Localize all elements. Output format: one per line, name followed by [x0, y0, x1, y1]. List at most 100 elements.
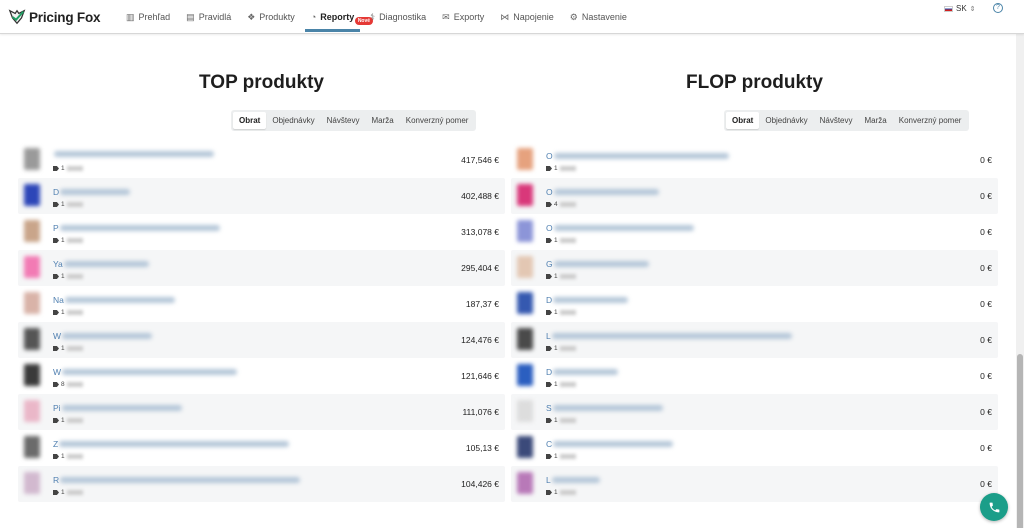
product-name-link[interactable]: O [546, 187, 659, 197]
nav-item-5[interactable]: ✉ Exporty [434, 0, 492, 34]
product-name-link[interactable]: W [53, 331, 153, 341]
product-value: 0 € [980, 407, 992, 417]
table-row[interactable]: D 1 402,488 € [18, 178, 505, 214]
tab-3[interactable]: Marža [366, 112, 400, 129]
table-row[interactable]: L1 0 € [511, 322, 998, 358]
product-thumbnail [517, 220, 533, 242]
flop-products-title: FLOP produkty [686, 72, 823, 93]
help-icon[interactable]: ? [993, 3, 1003, 13]
table-row[interactable]: O1 0 € [511, 214, 998, 250]
product-thumbnail [517, 472, 533, 494]
product-value: 121,646 € [461, 371, 499, 381]
product-name-start: C [546, 439, 553, 449]
blurred-product-name [62, 369, 238, 375]
product-count: 1 [61, 489, 65, 496]
product-name-start: Na [53, 295, 64, 305]
table-row[interactable]: Na 1 187,37 € [18, 286, 505, 322]
tab-0[interactable]: Obrat [726, 112, 760, 129]
product-name-link[interactable]: L [546, 475, 600, 485]
product-name-link[interactable]: Na [53, 295, 175, 305]
product-name-link[interactable]: P [53, 223, 220, 233]
stethoscope-icon: ⚕ [370, 11, 376, 22]
table-row[interactable]: G1 0 € [511, 250, 998, 286]
tab-2[interactable]: Návštevy [814, 112, 859, 129]
tag-icon [546, 346, 552, 351]
scrollbar-thumb[interactable] [1017, 354, 1023, 528]
product-name-start: W [53, 331, 62, 341]
blurred-product-name [59, 441, 290, 447]
product-name-link[interactable]: W [53, 367, 238, 377]
tab-4[interactable]: Konverzný pomer [893, 112, 968, 129]
tag-icon [546, 418, 552, 423]
product-name-link[interactable]: Ya [53, 259, 149, 269]
table-row[interactable]: O1 0 € [511, 142, 998, 178]
table-row[interactable]: Ya 1 295,404 € [18, 250, 505, 286]
product-name-link[interactable]: Pi [53, 403, 182, 413]
product-name-link[interactable]: L [546, 331, 792, 341]
nav-item-6[interactable]: ⋈ Napojenie [492, 0, 562, 34]
blurred-meta [559, 166, 576, 171]
flop-products-panel: FLOP produkty Obrat Objednávky Návštevy Mar… [511, 34, 998, 528]
product-name-link[interactable]: C [546, 439, 674, 449]
product-name-link[interactable]: D [53, 187, 131, 197]
table-row[interactable]: R 1 104,426 € [18, 466, 505, 502]
nav-item-0[interactable]: ▥ Prehľad [118, 0, 178, 34]
language-selector[interactable]: SK ⇕ [944, 4, 976, 13]
table-row[interactable]: O4 0 € [511, 178, 998, 214]
phone-icon [989, 502, 999, 512]
tab-0[interactable]: Obrat [233, 112, 267, 129]
table-row[interactable]: L1 0 € [511, 466, 998, 502]
table-row[interactable]: P 1 313,078 € [18, 214, 505, 250]
product-name-link[interactable]: S [546, 403, 663, 413]
product-value: 0 € [980, 263, 992, 273]
product-name-link[interactable]: O [546, 151, 729, 161]
tag-icon [546, 166, 552, 171]
nav-item-1[interactable]: ▤ Pravidlá [178, 0, 239, 34]
product-name-link[interactable]: R [53, 475, 301, 485]
nav-item-3[interactable]: ◔ Reporty Nové [303, 0, 374, 34]
tab-1[interactable]: Objednávky [266, 112, 320, 129]
product-count: 1 [554, 165, 558, 172]
tab-2[interactable]: Návštevy [321, 112, 366, 129]
product-meta: 1 [546, 345, 576, 352]
product-value: 0 € [980, 191, 992, 201]
tab-3[interactable]: Marža [859, 112, 893, 129]
blurred-meta [66, 274, 83, 279]
tab-4[interactable]: Konverzný pomer [400, 112, 475, 129]
flop-products-list: O10 € O 4 0 € O 1 0 € G 1 0 € D 1 0 € L 1 0 € D 1 0 € S 1 0 €… [511, 142, 998, 502]
nav-item-7[interactable]: ⚙ Nastavenie [562, 0, 635, 34]
blurred-meta [66, 310, 83, 315]
product-thumbnail [517, 292, 533, 314]
phone-support-button[interactable] [980, 493, 1008, 521]
product-name-link[interactable]: G [546, 259, 649, 269]
product-name-link[interactable] [53, 151, 214, 157]
logo[interactable]: Pricing Fox [8, 8, 101, 26]
table-row[interactable]: Z 1 105,13 € [18, 430, 505, 466]
product-value: 111,076 € [462, 407, 499, 417]
blurred-product-name [61, 405, 182, 411]
tab-1[interactable]: Objednávky [759, 112, 813, 129]
product-name-link[interactable]: D [546, 367, 619, 377]
table-row[interactable]: 1 417,546 € [18, 142, 505, 178]
blurred-meta [559, 382, 576, 387]
blurred-meta [66, 454, 83, 459]
table-row[interactable]: D1 0 € [511, 286, 998, 322]
product-name-link[interactable]: Z [53, 439, 290, 449]
blurred-meta [66, 490, 83, 495]
table-row[interactable]: C1 0 € [511, 430, 998, 466]
blurred-meta [66, 238, 83, 243]
product-name-link[interactable]: D [546, 295, 629, 305]
table-row[interactable]: W 1 124,476 € [18, 322, 505, 358]
table-row[interactable]: W 8 121,646 € [18, 358, 505, 394]
nav-item-label: Diagnostika [379, 12, 427, 22]
nav-item-label: Nastavenie [581, 12, 627, 22]
table-row[interactable]: S1 0 € [511, 394, 998, 430]
product-name-link[interactable]: O [546, 223, 694, 233]
nav-item-4[interactable]: ⚕ Diagnostika [362, 0, 434, 34]
page-scrollbar[interactable] [1016, 34, 1024, 528]
table-row[interactable]: Pi 1 111,076 € [18, 394, 505, 430]
blurred-product-name [552, 405, 663, 411]
nav-item-2[interactable]: ❖ Produkty [239, 0, 303, 34]
product-thumbnail [517, 256, 533, 278]
table-row[interactable]: D1 0 € [511, 358, 998, 394]
